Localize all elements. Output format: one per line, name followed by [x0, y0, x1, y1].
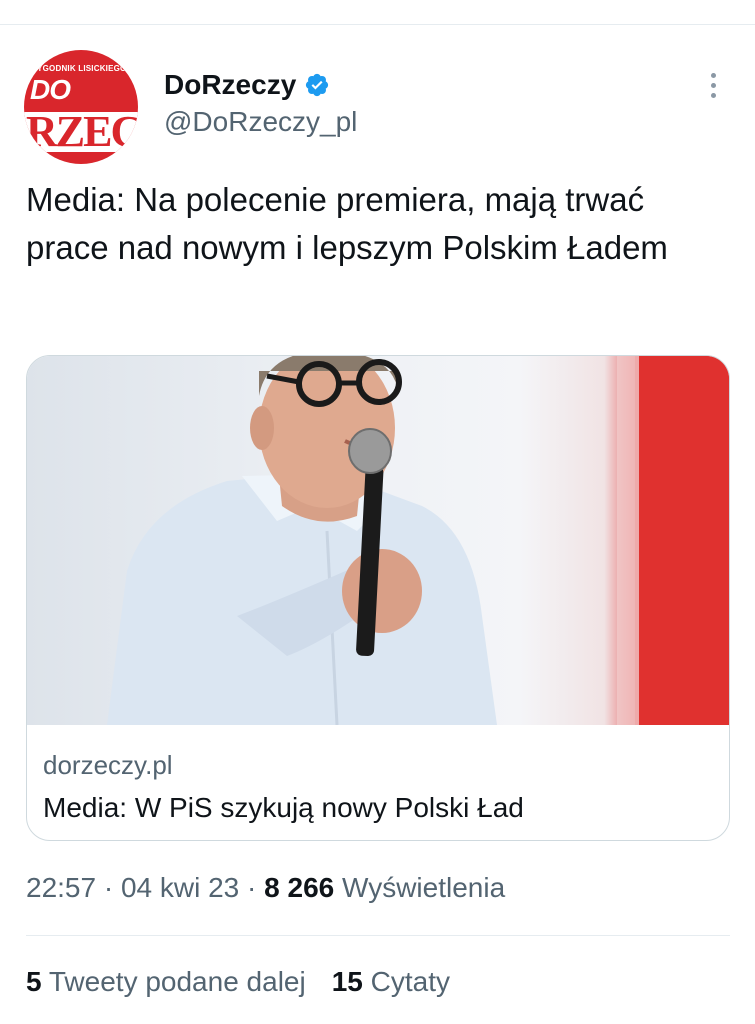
avatar-logo-bottom: RZEC — [26, 107, 138, 156]
tweet-date[interactable]: 04 kwi 23 — [121, 872, 239, 903]
more-dot — [710, 72, 716, 78]
quotes-stat[interactable]: 15 Cytaty — [332, 966, 450, 998]
views-label: Wyświetlenia — [342, 872, 506, 903]
tweet-text: Media: Na polecenie premiera, mają trwać… — [26, 181, 668, 266]
tweet-time[interactable]: 22:57 — [26, 872, 96, 903]
meta-separator: · — [247, 872, 257, 903]
more-dot — [710, 92, 716, 98]
retweets-stat[interactable]: 5 Tweety podane dalej — [26, 966, 306, 998]
author-handle[interactable]: @DoRzeczy_pl — [164, 106, 357, 138]
tweet: TYGODNIK LISICKIEGO DO RZEC DoRzeczy @Do… — [0, 0, 755, 1024]
tweet-meta: 22:57 · 04 kwi 23 · 8 266 Wyświetlenia — [26, 872, 505, 904]
quotes-count: 15 — [331, 966, 363, 997]
more-dot — [710, 82, 716, 88]
views-count: 8 266 — [264, 872, 335, 903]
verified-badge-icon — [306, 73, 329, 97]
engagement-stats: 5 Tweety podane dalej 15 Cytaty — [26, 966, 450, 998]
avatar-tagline: TYGODNIK LISICKIEGO — [32, 64, 127, 73]
stats-divider — [26, 935, 730, 936]
quotes-label: Cytaty — [370, 966, 451, 997]
retweets-label: Tweety podane dalej — [48, 966, 306, 997]
author-name-row: DoRzeczy — [164, 68, 330, 102]
meta-separator: · — [103, 872, 114, 903]
card-domain: dorzeczy.pl — [43, 750, 173, 780]
card-image[interactable] — [27, 356, 729, 725]
link-card[interactable]: dorzeczy.pl Media: W PiS szykują nowy Po… — [26, 355, 730, 841]
more-options-icon[interactable] — [700, 68, 726, 102]
avatar[interactable]: TYGODNIK LISICKIEGO DO RZEC — [24, 50, 138, 164]
avatar-logo-top: DO — [30, 74, 71, 105]
retweets-count: 5 — [26, 966, 42, 997]
display-name[interactable]: DoRzeczy — [164, 69, 296, 101]
card-photo-illustration — [107, 356, 729, 725]
card-title: Media: W PiS szykują nowy Polski Ład — [43, 792, 524, 823]
